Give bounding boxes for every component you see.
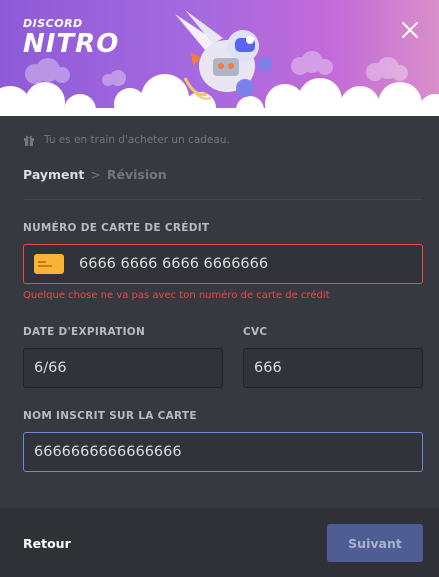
expiration-value: 6/66 xyxy=(34,360,67,376)
cvc-value: 666 xyxy=(254,360,282,376)
chevron-right-icon: > xyxy=(90,167,101,182)
step-payment: Payment xyxy=(23,167,85,182)
next-button[interactable]: Suivant xyxy=(327,524,423,562)
card-number-value: 6666 6666 6666 6666666 xyxy=(79,256,269,272)
step-revision: Révision xyxy=(106,167,167,182)
gift-notice: Tu es en train d'acheter un cadeau. xyxy=(23,134,230,146)
card-number-label: NUMÉRO DE CARTE DE CRÉDIT xyxy=(23,222,210,234)
credit-card-icon xyxy=(34,254,64,274)
logo-nitro-text: NITRO xyxy=(23,29,120,59)
modal-footer: Retour Suivant xyxy=(0,508,439,577)
discord-nitro-logo: DISCORD NITRO xyxy=(23,18,119,57)
divider xyxy=(23,199,422,200)
wumpus-mascot-illustration xyxy=(175,10,272,100)
gift-icon xyxy=(24,135,34,146)
nitro-header-banner: DISCORD NITRO xyxy=(0,0,439,116)
back-button[interactable]: Retour xyxy=(23,536,71,551)
expiration-input[interactable]: 6/66 xyxy=(23,348,223,388)
name-on-card-value: 6666666666666666 xyxy=(34,444,182,460)
breadcrumb: Payment > Révision xyxy=(23,167,167,182)
expiration-label: DATE D'EXPIRATION xyxy=(23,326,146,338)
name-on-card-label: NOM INSCRIT SUR LA CARTE xyxy=(23,410,197,422)
card-number-input[interactable]: 6666 6666 6666 6666666 xyxy=(23,244,423,284)
close-icon[interactable] xyxy=(400,20,420,40)
cvc-label: CVC xyxy=(243,326,268,338)
cvc-input[interactable]: 666 xyxy=(243,348,423,388)
logo-discord-text: DISCORD xyxy=(23,17,83,30)
gift-notice-text: Tu es en train d'acheter un cadeau. xyxy=(44,134,230,146)
card-number-error: Quelque chose ne va pas avec ton numéro … xyxy=(23,290,330,301)
name-on-card-input[interactable]: 6666666666666666 xyxy=(23,432,423,472)
